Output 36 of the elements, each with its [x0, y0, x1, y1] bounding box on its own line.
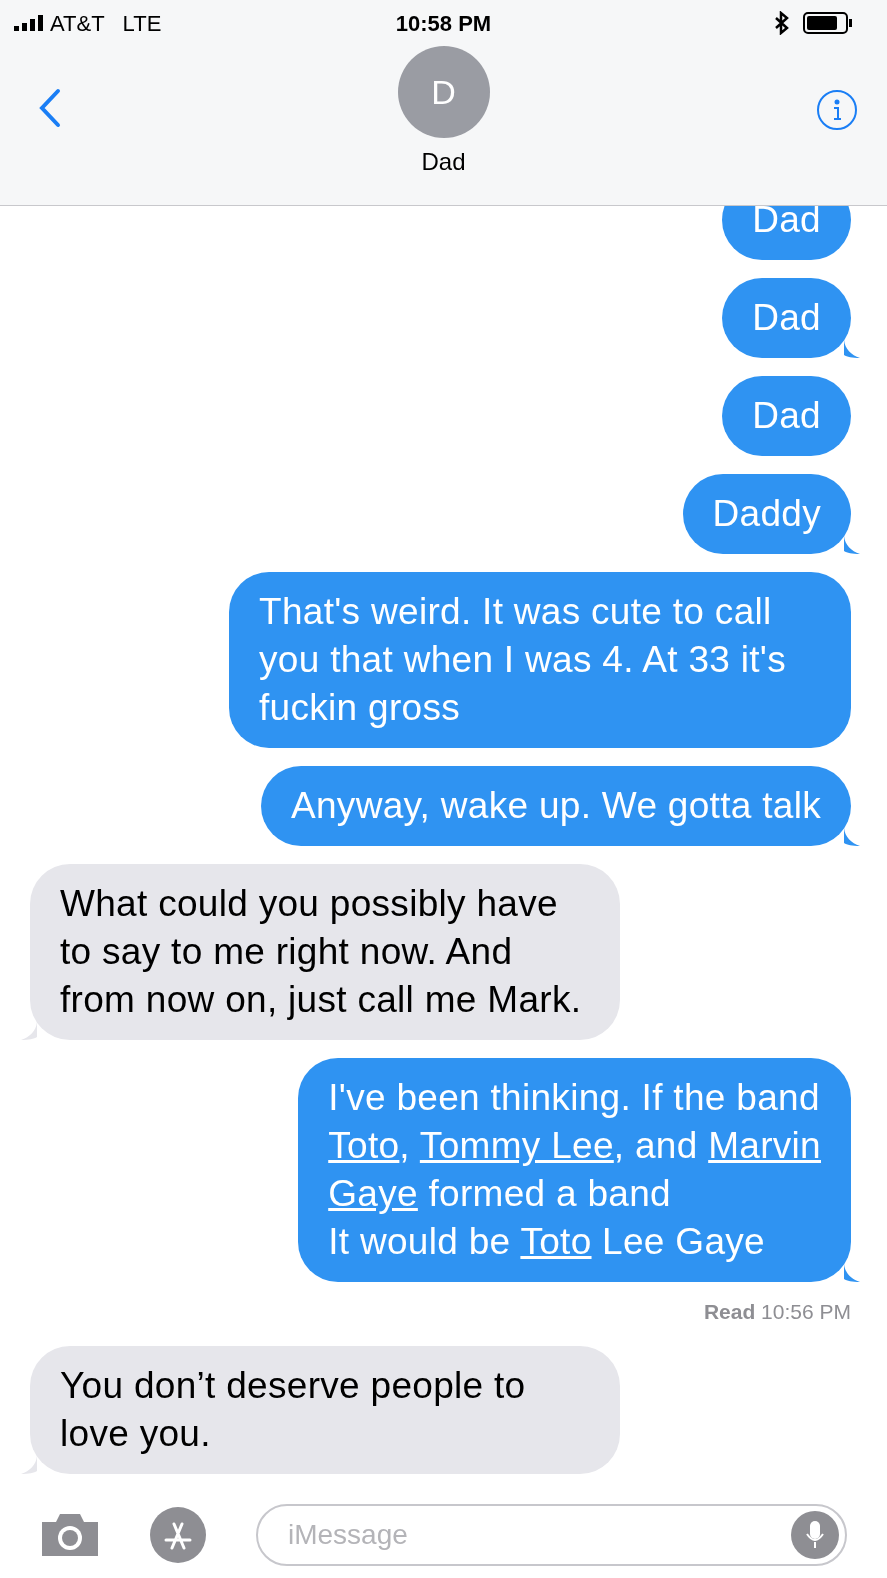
message-bubble: You don’t deserve people to love you.: [30, 1345, 620, 1474]
info-icon: [832, 99, 842, 121]
message-field[interactable]: iMessage: [256, 1504, 847, 1566]
message-link[interactable]: Gaye: [328, 1173, 418, 1214]
app-store-button[interactable]: [150, 1507, 206, 1563]
message-text: ,: [399, 1125, 411, 1166]
message-bubble: That's weird. It was cute to call you that when I was 4. At 33 it's fuckin gross: [229, 572, 851, 748]
message-link[interactable]: Tommy Lee: [419, 1125, 614, 1166]
message-text: formed a band: [427, 1173, 671, 1214]
battery-icon: [803, 11, 853, 35]
message-text: Lee Gaye: [601, 1221, 765, 1262]
status-time: 10:58 PM: [395, 9, 492, 38]
message-text: , and: [613, 1125, 699, 1166]
signal-icon: [14, 15, 46, 31]
microphone-icon: [805, 1520, 825, 1550]
message-bubble: Daddy: [682, 474, 851, 554]
camera-button[interactable]: [40, 1512, 100, 1558]
message-bubble: Dad: [722, 376, 851, 456]
carrier-label: AT&T: [50, 9, 105, 38]
info-button[interactable]: [817, 90, 857, 130]
message-link[interactable]: Toto: [520, 1221, 592, 1262]
message-link[interactable]: Marvin: [708, 1125, 821, 1166]
message-text: It would be: [328, 1221, 512, 1262]
message-text: I've been thinking. If the band: [328, 1077, 820, 1118]
message-input[interactable]: iMessage: [288, 1514, 791, 1556]
bluetooth-icon: [775, 11, 789, 35]
network-label: LTE: [122, 9, 162, 38]
app-store-icon: [162, 1520, 194, 1550]
message-link[interactable]: Toto: [328, 1125, 400, 1166]
message-bubble: What could you possibly have to say to me right now. And from now on, just call me Mark.: [30, 864, 620, 1040]
contact-avatar[interactable]: D: [397, 46, 490, 138]
message-bubble: Dad: [722, 278, 851, 358]
contact-name: Dad: [421, 147, 466, 177]
read-receipt: Read 10:56 PM: [703, 1299, 851, 1325]
microphone-button[interactable]: [791, 1511, 839, 1559]
message-bubble: Anyway, wake up. We gotta talk: [261, 766, 851, 846]
